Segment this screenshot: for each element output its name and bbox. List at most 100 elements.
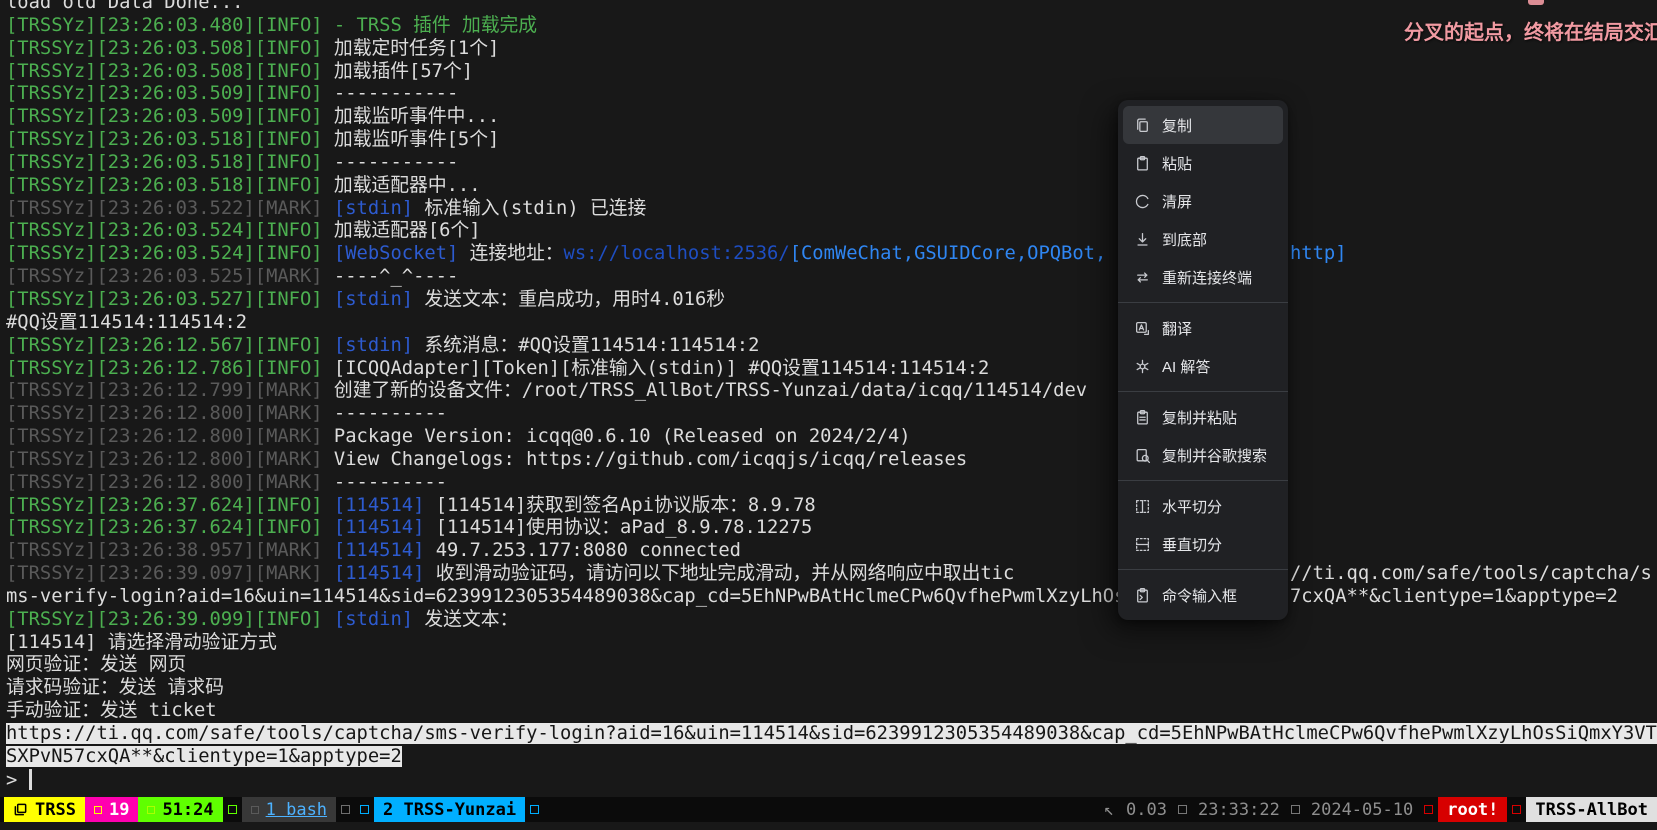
terminal-line: [TRSSYz][23:26:12.800][MARK] ----------	[6, 472, 1657, 495]
terminal-line: [TRSSYz][23:26:03.525][MARK] ----^_^----	[6, 266, 1657, 289]
terminal-text: https://ti.qq.com/safe/tools/captcha/sms…	[6, 723, 1657, 744]
menu-item-copy[interactable]: 复制	[1123, 106, 1283, 144]
terminal-line: [TRSSYz][23:26:12.800][MARK] ----------	[6, 403, 1657, 426]
menu-item-command-input[interactable]: 命令输入框	[1123, 576, 1283, 614]
terminal-line: [TRSSYz][23:26:03.524][INFO] [WebSocket]…	[6, 243, 1657, 266]
terminal-text: [114514]	[334, 495, 424, 516]
menu-item-label: 到底部	[1162, 229, 1207, 250]
menu-item-translate[interactable]: 翻译	[1123, 309, 1283, 347]
menu-divider	[1118, 569, 1288, 570]
bar-segment-user-root: root!	[1438, 797, 1507, 822]
terminal-text: [TRSSYz][23:26:03.509][INFO]	[6, 106, 334, 127]
terminal-text: [TRSSYz][23:26:12.567][INFO]	[6, 335, 334, 356]
menu-item-clear-screen[interactable]: 清屏	[1123, 182, 1283, 220]
terminal-text: [stdin]	[334, 335, 413, 356]
menu-item-ai-answer[interactable]: AI 解答	[1123, 347, 1283, 385]
terminal-line: load old Data Done...	[6, 0, 1657, 15]
terminal-text: - TRSS 插件 加载完成	[334, 15, 537, 36]
bar-segment-hostname: TRSS-AllBot	[1526, 797, 1657, 822]
terminal-text: [TRSSYz][23:26:12.786][INFO]	[6, 358, 334, 379]
terminal-text: load old Data Done...	[6, 0, 243, 13]
terminal-line: [TRSSYz][23:26:39.097][MARK] [114514] 收到…	[6, 563, 1657, 586]
to-bottom-icon	[1134, 231, 1151, 248]
menu-item-horizontal-split[interactable]: 水平切分	[1123, 487, 1283, 525]
danmaku-text: 分叉的起点，终将在结局交汇	[1404, 16, 1657, 45]
menu-item-copy-and-paste[interactable]: 复制并粘贴	[1123, 398, 1283, 436]
window-flag-square	[251, 806, 259, 814]
bar-segment-label: TRSS-AllBot	[1535, 800, 1648, 820]
terminal-line: [114514] 请选择滑动验证方式	[6, 632, 1657, 655]
terminal-text: [stdin]	[334, 289, 413, 310]
terminal-text: [WebSocket]	[334, 243, 458, 264]
menu-divider	[1118, 391, 1288, 392]
terminal-text: [114514]	[334, 563, 424, 584]
terminal-line: [TRSSYz][23:26:39.099][INFO] [stdin] 发送文…	[6, 609, 1657, 632]
terminal-text: 发送文本：	[413, 609, 518, 630]
bar-segment-label: 51:24	[162, 800, 213, 820]
menu-item-paste[interactable]: 粘贴	[1123, 144, 1283, 182]
menu-item-label: 复制并粘贴	[1162, 407, 1237, 428]
terminal-text: [TRSSYz][23:26:03.522][MARK]	[6, 198, 334, 219]
terminal-text: 加载定时任务[1个]	[334, 38, 499, 59]
terminal-text: [114514]	[334, 517, 424, 538]
terminal-line: ms-verify-login?aid=16&uin=114514&sid=62…	[6, 586, 1657, 609]
terminal-line: [TRSSYz][23:26:03.518][INFO] 加载监听事件[5个]	[6, 129, 1657, 152]
window-flag-square	[1291, 805, 1300, 814]
menu-item-label: 翻译	[1162, 318, 1192, 339]
terminal-text: 49.7.253.177:8080 connected	[424, 540, 741, 561]
window-flag-square	[360, 805, 369, 814]
clear-icon	[1134, 193, 1151, 210]
terminal-line: [TRSSYz][23:26:03.509][INFO] -----------	[6, 83, 1657, 106]
bar-segment-label: 1 bash	[266, 800, 327, 820]
terminal-text: [TRSSYz][23:26:03.518][INFO]	[6, 129, 334, 150]
bar-segment-window-1-bash[interactable]: 1 bash	[242, 797, 336, 822]
terminal-text: 手动验证：发送 ticket	[6, 700, 217, 721]
vertical-split-icon	[1134, 536, 1151, 553]
terminal-text: [TRSSYz][23:26:03.524][INFO]	[6, 243, 334, 264]
bar-segment-session-trss[interactable]: TRSS	[4, 797, 85, 822]
menu-item-label: 命令输入框	[1162, 585, 1237, 606]
menu-item-copy-and-google-search[interactable]: 复制并谷歌搜索	[1123, 436, 1283, 474]
terminal-text: http]	[1290, 243, 1347, 266]
terminal-line: 网页验证：发送 网页	[6, 654, 1657, 677]
translate-icon	[1134, 320, 1151, 337]
terminal-text: 发送文本：重启成功，用时4.016秒	[413, 289, 725, 310]
paste-icon	[1134, 155, 1151, 172]
menu-item-label: 复制并谷歌搜索	[1162, 445, 1267, 466]
menu-item-to-bottom[interactable]: 到底部	[1123, 220, 1283, 258]
terminal-text: 加载插件[57个]	[334, 61, 473, 82]
terminal-text: 7cxQA**&clientype=1&apptype=2	[1290, 586, 1618, 609]
terminal-line: [TRSSYz][23:26:03.508][INFO] 加载插件[57个]	[6, 61, 1657, 84]
terminal-cursor	[29, 769, 32, 790]
terminal-text: ms-verify-login?aid=16&uin=114514&sid=62…	[6, 586, 1125, 607]
terminal-output[interactable]: load old Data Done...[TRSSYz][23:26:03.4…	[6, 0, 1657, 792]
terminal-line: [TRSSYz][23:26:03.522][MARK] [stdin] 标准输…	[6, 198, 1657, 221]
terminal-text: -----------	[334, 83, 458, 104]
terminal-line: [TRSSYz][23:26:12.799][MARK] 创建了新的设备文件：/…	[6, 380, 1657, 403]
copy-search-icon	[1134, 447, 1151, 464]
terminal-text: [TRSSYz][23:26:39.099][INFO]	[6, 609, 334, 630]
bar-segment-window-2-trss-yunzai[interactable]: 2 TRSS-Yunzai	[374, 797, 525, 822]
terminal-line: [TRSSYz][23:26:12.800][MARK] Package Ver…	[6, 426, 1657, 449]
terminal-text: [TRSSYz][23:26:12.800][MARK]	[6, 449, 334, 470]
terminal-line: [TRSSYz][23:26:03.518][INFO] -----------	[6, 152, 1657, 175]
bar-segment-session-time: 51:24	[138, 797, 222, 822]
terminal-text: ----------	[334, 472, 447, 493]
bar-segment-label: 19	[109, 800, 129, 820]
menu-item-reconnect-terminal[interactable]: 重新连接终端	[1123, 258, 1283, 296]
terminal-text: [TRSSYz][23:26:03.527][INFO]	[6, 289, 334, 310]
nw-arrow-icon: ↖	[1104, 800, 1114, 820]
terminal-text: ----------	[334, 403, 447, 424]
terminal-text: //ti.qq.com/safe/tools/captcha/s	[1290, 563, 1652, 586]
terminal-text: -----------	[334, 152, 458, 173]
terminal-line: [TRSSYz][23:26:12.567][INFO] [stdin] 系统消…	[6, 335, 1657, 358]
terminal-text: [114514]获取到签名Api协议版本：8.9.78	[424, 495, 815, 516]
terminal-text: [TRSSYz][23:26:03.509][INFO]	[6, 83, 334, 104]
terminal-text: [TRSSYz][23:26:03.508][INFO]	[6, 61, 334, 82]
terminal-line: #QQ设置114514:114514:2	[6, 312, 1657, 335]
terminal-text: [stdin]	[334, 198, 413, 219]
terminal-text: SXPvN57cxQA**&clientype=1&apptype=2	[6, 746, 402, 767]
terminal-text: ws://localhost:2536/	[564, 243, 790, 264]
window-flag-square	[94, 806, 102, 814]
menu-item-vertical-split[interactable]: 垂直切分	[1123, 525, 1283, 563]
